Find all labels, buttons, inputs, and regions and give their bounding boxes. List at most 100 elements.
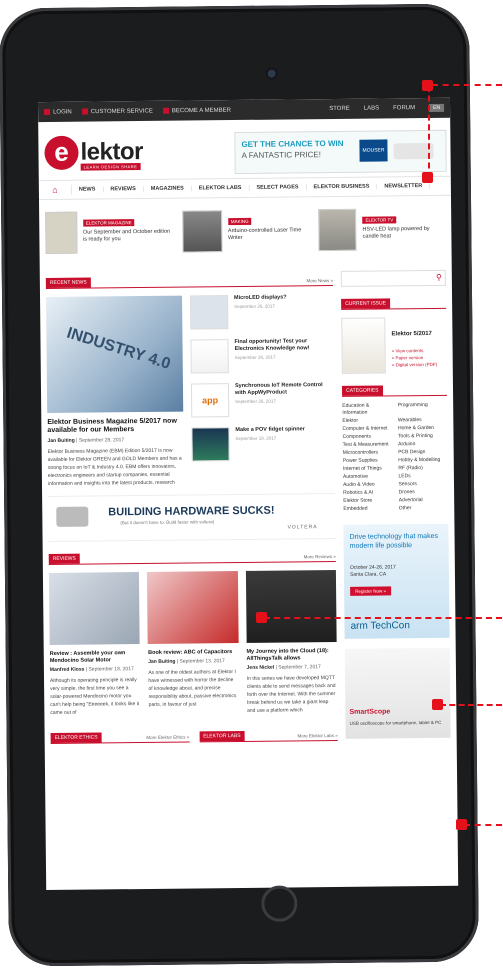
nav-item-elektor-labs[interactable]: ELEKTOR LABS: [191, 184, 250, 192]
featured-title[interactable]: Elektor Business Magazine 5/2017 now ava…: [47, 418, 183, 436]
nav-item-elektor-business[interactable]: ELEKTOR BUSINESS: [306, 183, 378, 191]
category-link[interactable]: PCB Design: [398, 449, 448, 457]
labs-link[interactable]: LABS: [364, 106, 379, 112]
more-ethics-link[interactable]: More Elektor Ethics »: [146, 735, 189, 740]
category-link[interactable]: RF (Radio): [398, 465, 448, 473]
logo-tagline: LEARN DESIGN SHARE: [80, 163, 141, 171]
strip-card[interactable]: ELEKTOR TV HSV-LED lamp powered by candle…: [318, 208, 445, 257]
category-link[interactable]: Advertorial: [399, 497, 449, 505]
review-card[interactable]: Review : Assemble your own Mendocino Sol…: [48, 571, 141, 717]
search-icon[interactable]: ⚲: [436, 273, 442, 282]
printer-image: [56, 506, 89, 527]
become-member-link[interactable]: BECOME A MEMBER: [162, 107, 231, 114]
category-link[interactable]: LEDs: [398, 473, 448, 481]
review-card[interactable]: My Journey into the Cloud (18): AllThing…: [245, 569, 338, 715]
search-input[interactable]: ⚲: [340, 269, 446, 287]
list-item[interactable]: app Synchronous IoT Remote Control with A…: [190, 382, 334, 419]
category-link[interactable]: Hobby & Modelling: [398, 457, 448, 465]
category-link[interactable]: Computer & Internet: [342, 425, 392, 433]
ethics-header: ELEKTOR ETHICS More Elektor Ethics »: [50, 729, 190, 745]
review-title[interactable]: Review : Assemble your own Mendocino Sol…: [50, 650, 141, 665]
review-card[interactable]: Book review: ABC of Capacitors Jan Buiti…: [147, 570, 239, 716]
top-ad-banner[interactable]: GET THE CHANCE TO WIN A FANTASTIC PRICE!…: [234, 129, 447, 175]
list-item[interactable]: Final opportunity! Test your Electronics…: [190, 338, 333, 375]
category-link[interactable]: Arduino: [398, 441, 448, 449]
strip-card[interactable]: ELEKTOR MAGAZINE Our September and Octobe…: [45, 211, 172, 260]
featured-article[interactable]: INDUSTRY 4.0 Elektor Business Magazine 5…: [46, 295, 184, 488]
category-link[interactable]: Wearables: [398, 417, 448, 425]
category-link[interactable]: Elektor Store: [343, 497, 393, 505]
list-date: September 26, 2017: [234, 303, 275, 310]
nav-item-news[interactable]: NEWS: [71, 186, 104, 193]
review-author[interactable]: Jan Buiting: [148, 659, 175, 665]
strip-text: Our September and October edition is rea…: [82, 228, 171, 243]
category-link[interactable]: Automotive: [343, 473, 393, 481]
more-reviews-link[interactable]: More Reviews »: [304, 554, 336, 559]
nav-item-reviews[interactable]: REVIEWS: [103, 185, 144, 193]
more-labs-link[interactable]: More Elektor Labs »: [297, 733, 337, 738]
home-button-icon[interactable]: [261, 885, 298, 922]
featured-author[interactable]: Jan Buiting: [47, 437, 74, 443]
callout-line: [264, 617, 502, 619]
nav-item-magazines[interactable]: MAGAZINES: [143, 185, 192, 192]
camera-icon: [267, 69, 276, 78]
strip-tag: MAKING: [227, 217, 252, 226]
more-news-link[interactable]: More News »: [306, 278, 333, 283]
strip-thumbnail: [45, 211, 78, 255]
issue-cover: [341, 317, 386, 374]
register-button[interactable]: Register Now »: [350, 586, 392, 596]
callout-line: [432, 84, 502, 86]
reviews-header: REVIEWS More Reviews »: [48, 546, 336, 565]
nav-item-select-pages[interactable]: SELECT PAGES: [249, 184, 307, 191]
issue-links[interactable]: » View contents » Paper version » Digita…: [392, 347, 437, 369]
category-link[interactable]: Microcontrollers: [343, 449, 393, 457]
category-link[interactable]: Education & Information: [342, 402, 392, 417]
review-title[interactable]: Book review: ABC of Capacitors: [148, 649, 238, 657]
strip-thumbnail: [181, 210, 223, 253]
category-link[interactable]: Test & Measurement: [343, 441, 393, 449]
elektor-logo[interactable]: e lektor LEARN DESIGN SHARE: [44, 135, 143, 171]
category-link[interactable]: Tools & Printing: [398, 433, 448, 441]
category-link[interactable]: Power Supplies: [343, 457, 393, 465]
customer-service-link[interactable]: CUSTOMER SERVICE: [81, 108, 153, 115]
smartscope-ad[interactable]: SmartScope USB oscilloscope for smartpho…: [344, 647, 451, 739]
voltera-ad-banner[interactable]: BUILDING HARDWARE SUCKS! (But it doesn't…: [48, 492, 336, 542]
category-link[interactable]: Internet of Things: [343, 465, 393, 473]
ad-headline: Drive technology that makes modern life …: [349, 532, 438, 550]
category-link[interactable]: Audio & Video: [343, 481, 393, 489]
review-image: [147, 570, 239, 644]
content-columns: RECENT NEWS More News » INDUSTRY 4.0 Ele…: [40, 262, 457, 745]
category-link[interactable]: Components: [343, 433, 393, 441]
category-link[interactable]: Robotics & AI: [343, 489, 393, 497]
labs-header: ELEKTOR LABS More Elektor Labs »: [199, 728, 338, 743]
review-title[interactable]: My Journey into the Cloud (18): AllThing…: [246, 648, 337, 663]
forum-link[interactable]: FORUM: [393, 105, 415, 111]
section-label: ELEKTOR ETHICS: [50, 732, 102, 744]
arm-techcon-ad[interactable]: Drive technology that makes modern life …: [343, 523, 450, 639]
category-link[interactable]: Home & Garden: [398, 425, 448, 433]
category-link[interactable]: Sensors: [399, 481, 449, 489]
nav-item-newsletter[interactable]: NEWSLETTER: [377, 182, 431, 190]
strip-card[interactable]: MAKING Arduino-controlled Laser Time Writ…: [181, 209, 309, 258]
category-link[interactable]: Drones: [399, 489, 449, 497]
current-issue[interactable]: Elektor 5/2017 » View contents » Paper v…: [341, 317, 447, 374]
categories-header: CATEGORIES: [342, 380, 448, 397]
category-link[interactable]: Other: [399, 505, 449, 513]
category-link[interactable]: Programming: [398, 402, 448, 417]
review-body: As one of the oldest authors at Elektor …: [148, 668, 237, 708]
mouser-logo: MOUSER: [359, 139, 388, 162]
section-label: CATEGORIES: [342, 385, 383, 396]
tablet-frame: LOGIN CUSTOMER SERVICE BECOME A MEMBER S…: [0, 3, 480, 967]
review-date: September 18, 2017: [88, 666, 134, 673]
list-item[interactable]: Make a POV fidget spinner September 19, 2…: [191, 426, 334, 463]
login-link[interactable]: LOGIN: [44, 108, 72, 115]
banner-headline: BUILDING HARDWARE SUCKS!: [108, 504, 275, 519]
review-author[interactable]: Jens Nickel: [247, 665, 275, 671]
language-select[interactable]: EN: [429, 103, 445, 112]
category-link[interactable]: Elektor: [342, 417, 392, 425]
category-link[interactable]: Embedded: [343, 505, 393, 513]
review-author[interactable]: Manfred Kloss: [50, 667, 85, 673]
store-link[interactable]: STORE: [329, 106, 350, 112]
home-icon[interactable]: ⌂: [38, 184, 72, 196]
list-item[interactable]: MicroLED displays? September 26, 2017: [190, 294, 333, 331]
